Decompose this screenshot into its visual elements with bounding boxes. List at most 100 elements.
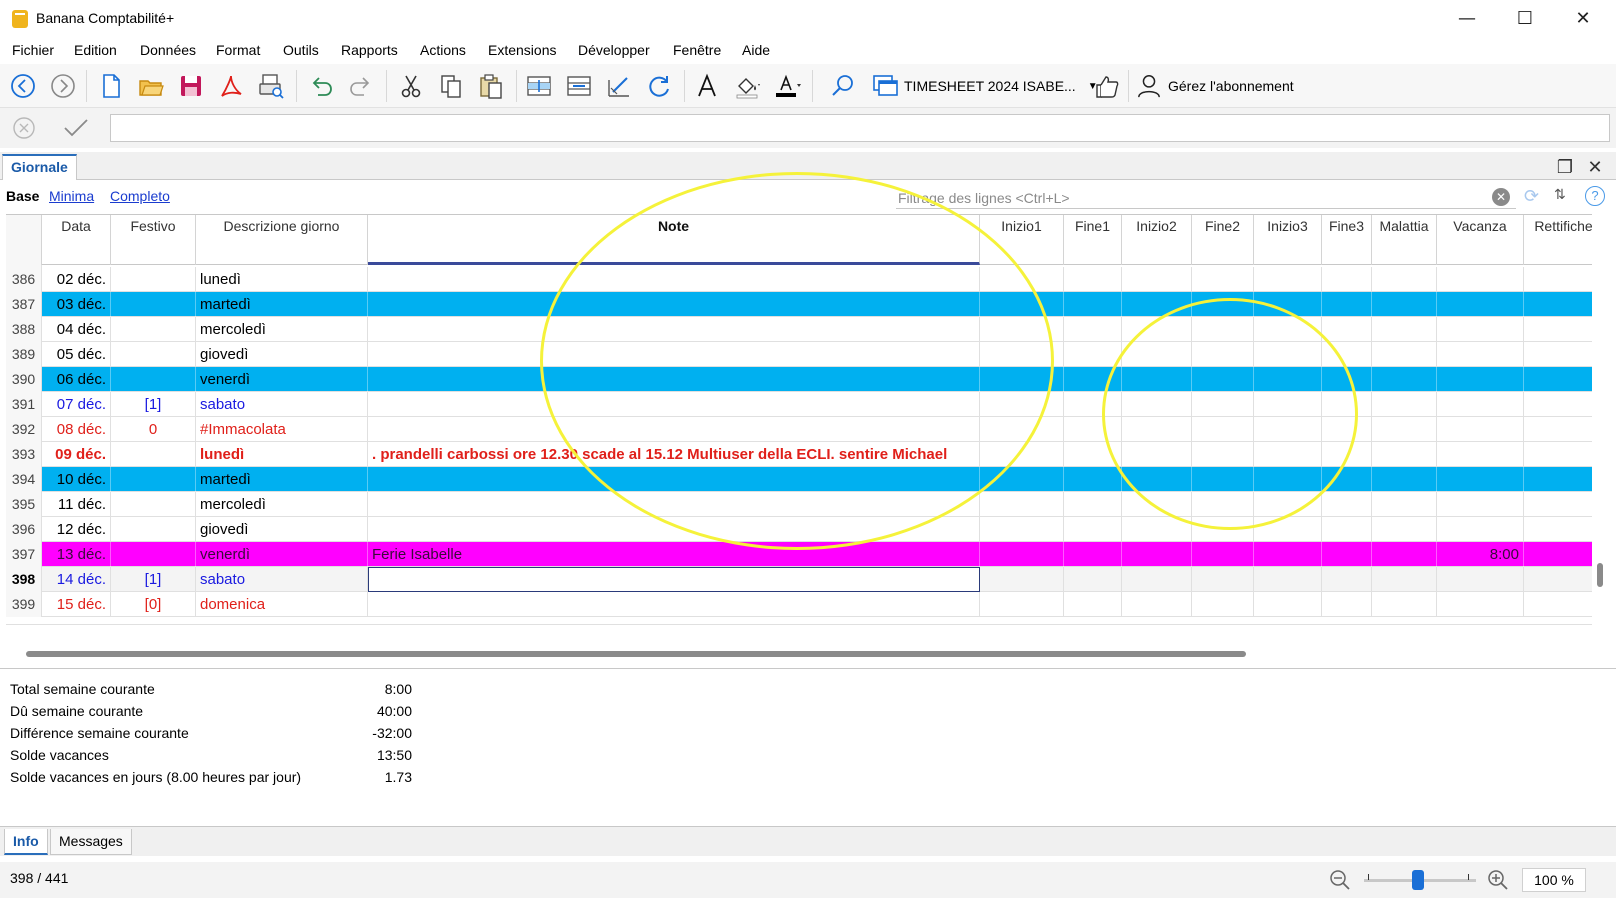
pdf-icon[interactable] (214, 70, 248, 102)
header-inizio1[interactable]: Inizio1 (980, 215, 1064, 265)
cell-empty[interactable] (1254, 467, 1322, 492)
cell-empty[interactable] (1192, 467, 1254, 492)
table-row[interactable]: 394 10 déc. martedì (6, 467, 1592, 492)
help-icon[interactable]: ? (1585, 186, 1605, 206)
cell-empty[interactable] (1524, 467, 1592, 492)
cell-date[interactable]: 14 déc. (42, 567, 111, 592)
cell-vacanza[interactable] (1437, 292, 1524, 317)
cell-vacanza[interactable] (1437, 517, 1524, 542)
cell-empty[interactable] (1064, 267, 1122, 292)
cell-description[interactable]: mercoledì (196, 492, 368, 517)
table-row[interactable]: 393 09 déc. lunedì. prandelli carbossi ore… (6, 442, 1592, 467)
cell-date[interactable]: 03 déc. (42, 292, 111, 317)
cell-empty[interactable] (1322, 567, 1372, 592)
zoom-slider-thumb[interactable] (1412, 870, 1424, 890)
header-fine2[interactable]: Fine2 (1192, 215, 1254, 265)
cell-empty[interactable] (1372, 442, 1437, 467)
cell-note[interactable] (368, 417, 980, 442)
cell-note[interactable] (368, 267, 980, 292)
redo-icon[interactable] (344, 70, 378, 102)
cell-empty[interactable] (1322, 517, 1372, 542)
cell-date[interactable]: 13 déc. (42, 542, 111, 567)
zoom-level-input[interactable]: 100 % (1522, 868, 1586, 892)
cell-note[interactable]: . prandelli carbossi ore 12.30 scade al … (368, 442, 980, 467)
header-data[interactable]: Data (42, 215, 111, 265)
cell-empty[interactable] (1372, 467, 1437, 492)
header-inizio2[interactable]: Inizio2 (1122, 215, 1192, 265)
table-row[interactable]: 397 13 déc. venerdì Ferie Isabelle 8:00 (6, 542, 1592, 567)
recalculate-icon[interactable] (642, 70, 676, 102)
cell-note[interactable] (368, 592, 980, 617)
menu-format[interactable]: Format (216, 42, 260, 58)
undo-icon[interactable] (304, 70, 338, 102)
menu-fenetre[interactable]: Fenêtre (673, 42, 721, 58)
cell-empty[interactable] (1192, 592, 1254, 617)
cell-vacanza[interactable] (1437, 267, 1524, 292)
cell-empty[interactable] (1064, 567, 1122, 592)
cell-empty[interactable] (1524, 442, 1592, 467)
cell-note[interactable] (368, 467, 980, 492)
cell-vacanza[interactable] (1437, 442, 1524, 467)
maximize-button[interactable]: ☐ (1502, 4, 1548, 34)
cell-date[interactable]: 12 déc. (42, 517, 111, 542)
cell-empty[interactable] (980, 267, 1064, 292)
cell-empty[interactable] (1064, 467, 1122, 492)
cell-empty[interactable] (1122, 417, 1192, 442)
cell-empty[interactable] (1372, 267, 1437, 292)
table-row[interactable]: 395 11 déc. mercoledì (6, 492, 1592, 517)
search-icon[interactable] (826, 70, 860, 102)
cell-empty[interactable] (1122, 292, 1192, 317)
cell-empty[interactable] (1122, 567, 1192, 592)
cell-festivo[interactable] (111, 292, 196, 317)
zoom-out-icon[interactable] (1328, 868, 1352, 892)
table-row[interactable]: 392 08 déc. 0 #Immacolata (6, 417, 1592, 442)
header-vacanza[interactable]: Vacanza (1437, 215, 1524, 265)
cell-description[interactable]: lunedì (196, 442, 368, 467)
cell-vacanza[interactable] (1437, 367, 1524, 392)
tab-giornale[interactable]: Giornale (2, 154, 77, 181)
cell-empty[interactable] (1524, 542, 1592, 567)
cell-empty[interactable] (1192, 417, 1254, 442)
cell-empty[interactable] (1322, 592, 1372, 617)
header-inizio3[interactable]: Inizio3 (1254, 215, 1322, 265)
cell-date[interactable]: 10 déc. (42, 467, 111, 492)
subscription-button[interactable]: Gérez l'abonnement (1136, 72, 1294, 100)
table-row[interactable]: 399 15 déc. [0] domenica (6, 592, 1592, 617)
cell-festivo[interactable] (111, 317, 196, 342)
cell-empty[interactable] (1122, 267, 1192, 292)
cell-empty[interactable] (1192, 392, 1254, 417)
cell-empty[interactable] (1064, 342, 1122, 367)
cell-description[interactable]: martedì (196, 292, 368, 317)
menu-actions[interactable]: Actions (420, 42, 466, 58)
cell-empty[interactable] (1254, 367, 1322, 392)
cell-empty[interactable] (980, 492, 1064, 517)
cell-empty[interactable] (1192, 292, 1254, 317)
table-row[interactable]: 398 14 déc. [1] sabato (6, 567, 1592, 592)
text-color-icon[interactable] (770, 70, 804, 102)
cell-empty[interactable] (1192, 317, 1254, 342)
cell-empty[interactable] (980, 392, 1064, 417)
cell-description[interactable]: martedì (196, 467, 368, 492)
cell-empty[interactable] (1372, 592, 1437, 617)
zoom-in-icon[interactable] (1486, 868, 1510, 892)
cell-empty[interactable] (1524, 342, 1592, 367)
view-base[interactable]: Base (6, 188, 39, 204)
cell-description[interactable]: lunedì (196, 267, 368, 292)
cell-empty[interactable] (980, 292, 1064, 317)
cell-empty[interactable] (1122, 392, 1192, 417)
cell-empty[interactable] (1064, 317, 1122, 342)
cell-empty[interactable] (1322, 292, 1372, 317)
refresh-filter-icon[interactable]: ⟳ (1524, 186, 1539, 207)
cell-empty[interactable] (1322, 267, 1372, 292)
cell-empty[interactable] (980, 567, 1064, 592)
header-malattia[interactable]: Malattia (1372, 215, 1437, 265)
cell-empty[interactable] (980, 317, 1064, 342)
cell-vacanza[interactable] (1437, 417, 1524, 442)
cell-description[interactable]: mercoledì (196, 317, 368, 342)
cell-festivo[interactable]: 0 (111, 417, 196, 442)
file-selector[interactable]: TIMESHEET 2024 ISABE... ▼ (872, 72, 1098, 100)
cell-festivo[interactable] (111, 467, 196, 492)
cell-empty[interactable] (980, 517, 1064, 542)
table-row[interactable]: 390 06 déc. venerdì (6, 367, 1592, 392)
cut-icon[interactable] (394, 70, 428, 102)
